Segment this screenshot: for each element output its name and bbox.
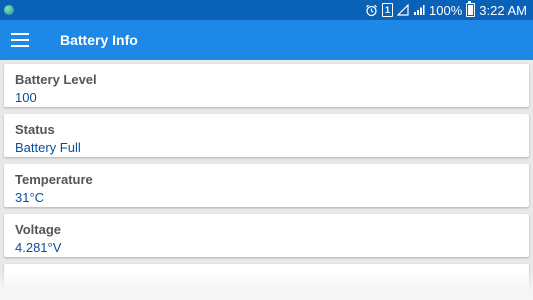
card-status: Status Battery Full xyxy=(4,114,529,157)
alarm-icon xyxy=(365,3,378,17)
app-title: Battery Info xyxy=(60,32,138,48)
card-label: Temperature xyxy=(15,172,93,187)
app-bar: Battery Info xyxy=(0,20,533,60)
card-value: 4.281°V xyxy=(15,240,62,255)
scroll-fade xyxy=(0,270,533,300)
card-value: Battery Full xyxy=(15,140,81,155)
status-bar-left xyxy=(0,5,14,15)
card-value: 31°C xyxy=(15,190,45,205)
battery-info-list[interactable]: Battery Level 100 Status Battery Full Te… xyxy=(0,60,533,300)
card-label: Battery Level xyxy=(15,72,97,87)
card-voltage: Voltage 4.281°V xyxy=(4,214,529,257)
clock: 3:22 AM xyxy=(479,2,527,18)
battery-percent: 100% xyxy=(429,2,463,18)
wifi-icon xyxy=(397,3,409,17)
card-label: Voltage xyxy=(15,222,61,237)
signal-icon xyxy=(413,3,425,17)
card-label: Status xyxy=(15,122,55,137)
battery-icon xyxy=(466,1,476,17)
card-battery-level: Battery Level 100 xyxy=(4,64,529,107)
hamburger-menu-icon[interactable] xyxy=(11,33,29,47)
card-value: 100 xyxy=(15,90,37,105)
status-bar-right: 1 100% 3:22 AM xyxy=(365,1,533,18)
card-temperature: Temperature 31°C xyxy=(4,164,529,207)
status-bar: 1 100% 3:22 AM xyxy=(0,0,533,20)
sim-icon: 1 xyxy=(382,3,394,17)
app-icon xyxy=(4,5,14,15)
